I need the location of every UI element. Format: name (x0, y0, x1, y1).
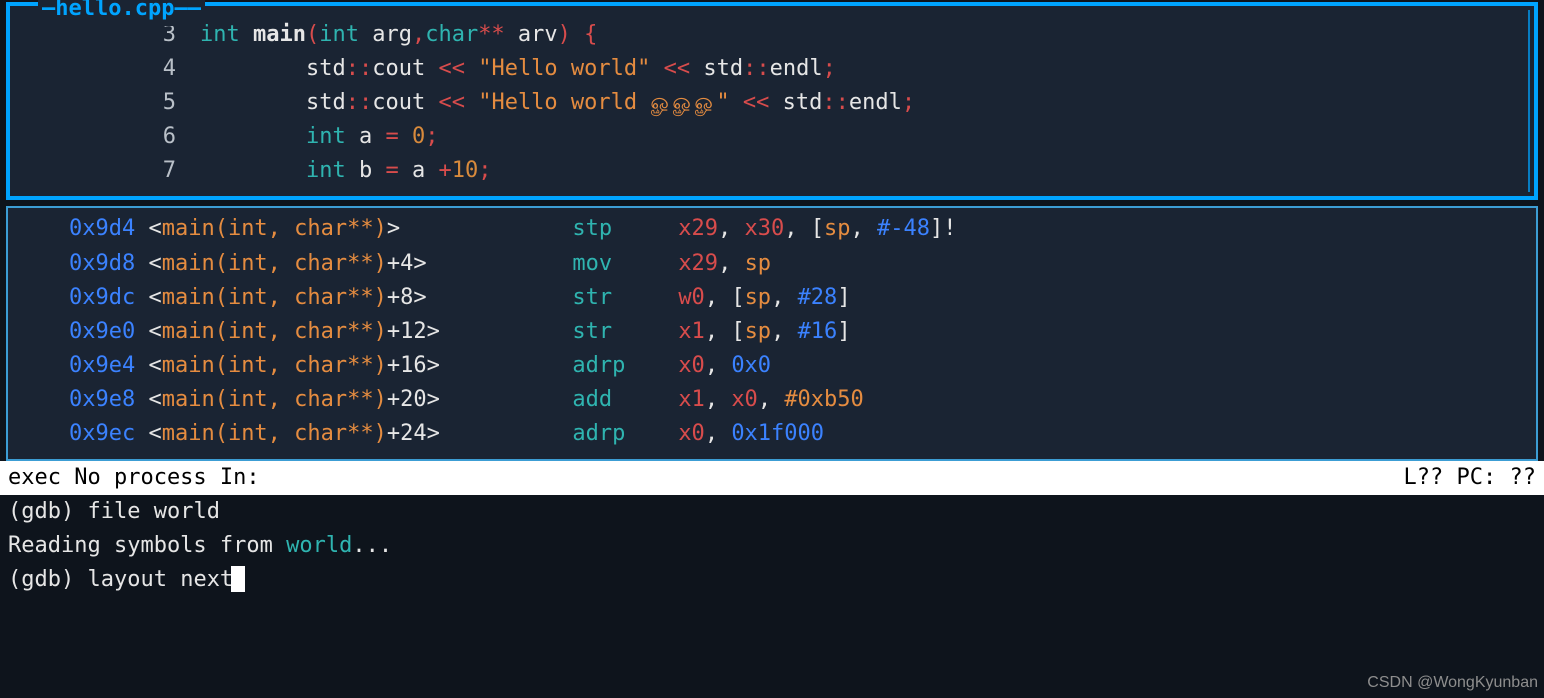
gdb-console[interactable]: (gdb) file worldReading symbols from wor… (0, 495, 1544, 597)
source-body: 3int main(int arg,char** arv) {4 std::co… (10, 6, 1534, 196)
console-line: (gdb) file world (8, 495, 1536, 529)
asm-mnemonic: stp (572, 216, 678, 241)
asm-operands: x0, 0x1f000 (678, 421, 824, 446)
asm-operands: x29, x30, [sp, #-48]! (678, 216, 956, 241)
source-line: 5 std::cout << "Hello world ௐௐௐ" << std:… (16, 86, 1528, 120)
asm-operands: w0, [sp, #28] (678, 285, 850, 310)
title-dash-left: — (42, 0, 55, 21)
asm-symbol: main(int, char**) (162, 216, 387, 241)
asm-address: 0x9d4 (69, 216, 135, 241)
source-pane[interactable]: —hello.cpp—— 3int main(int arg,char** ar… (6, 2, 1538, 200)
asm-address: 0x9e8 (69, 387, 135, 412)
asm-mnemonic: str (572, 285, 678, 310)
source-line: 7 int b = a +10; (16, 154, 1528, 188)
asm-mnemonic: str (572, 319, 678, 344)
cursor (231, 566, 245, 592)
source-pane-title: —hello.cpp—— (38, 0, 205, 26)
asm-operands: x1, x0, #0xb50 (678, 387, 863, 412)
asm-operands: x29, sp (678, 251, 771, 276)
asm-symbol: main(int, char**) (162, 387, 387, 412)
line-number: 4 (16, 52, 200, 86)
status-bar: exec No process In: L?? PC: ?? (0, 461, 1544, 495)
asm-address: 0x9ec (69, 421, 135, 446)
source-code: int main(int arg,char** arv) { (200, 18, 597, 52)
asm-address: 0x9e4 (69, 353, 135, 378)
source-code: int b = a +10; (200, 154, 491, 188)
asm-address: 0x9d8 (69, 251, 135, 276)
console-line: (gdb) layout next (8, 563, 1536, 597)
asm-line: 0x9ec <main(int, char**)+24> adrp x0, 0x… (16, 417, 1528, 451)
console-line: Reading symbols from world... (8, 529, 1536, 563)
source-line: 4 std::cout << "Hello world" << std::end… (16, 52, 1528, 86)
asm-mnemonic: adrp (572, 353, 678, 378)
asm-symbol: main(int, char**) (162, 421, 387, 446)
gdb-tui-root: —hello.cpp—— 3int main(int arg,char** ar… (0, 2, 1544, 698)
asm-line: 0x9e0 <main(int, char**)+12> str x1, [sp… (16, 315, 1528, 349)
source-filename: hello.cpp (55, 0, 174, 21)
watermark: CSDN @WongKyunban (1367, 671, 1538, 696)
line-number: 6 (16, 120, 200, 154)
status-right: L?? PC: ?? (1404, 461, 1536, 495)
asm-mnemonic: add (572, 387, 678, 412)
status-left: exec No process In: (8, 461, 260, 495)
title-dash-right: —— (174, 0, 201, 21)
line-number: 5 (16, 86, 200, 120)
line-number: 7 (16, 154, 200, 188)
asm-address: 0x9e0 (69, 319, 135, 344)
source-code: std::cout << "Hello world" << std::endl; (200, 52, 836, 86)
asm-symbol: main(int, char**) (162, 251, 387, 276)
asm-line: 0x9dc <main(int, char**)+8> str w0, [sp,… (16, 281, 1528, 315)
asm-line: 0x9d8 <main(int, char**)+4> mov x29, sp (16, 247, 1528, 281)
source-line: 6 int a = 0; (16, 120, 1528, 154)
source-code: int a = 0; (200, 120, 438, 154)
asm-mnemonic: adrp (572, 421, 678, 446)
source-code: std::cout << "Hello world ௐௐௐ" << std::e… (200, 86, 915, 120)
asm-operands: x1, [sp, #16] (678, 319, 850, 344)
asm-operands: x0, 0x0 (678, 353, 771, 378)
asm-symbol: main(int, char**) (162, 285, 387, 310)
asm-symbol: main(int, char**) (162, 353, 387, 378)
asm-line: 0x9d4 <main(int, char**)> stp x29, x30, … (16, 212, 1528, 246)
asm-line: 0x9e8 <main(int, char**)+20> add x1, x0,… (16, 383, 1528, 417)
asm-symbol: main(int, char**) (162, 319, 387, 344)
asm-address: 0x9dc (69, 285, 135, 310)
source-line: 3int main(int arg,char** arv) { (16, 18, 1528, 52)
asm-pane[interactable]: 0x9d4 <main(int, char**)> stp x29, x30, … (6, 206, 1538, 461)
asm-mnemonic: mov (572, 251, 678, 276)
asm-line: 0x9e4 <main(int, char**)+16> adrp x0, 0x… (16, 349, 1528, 383)
